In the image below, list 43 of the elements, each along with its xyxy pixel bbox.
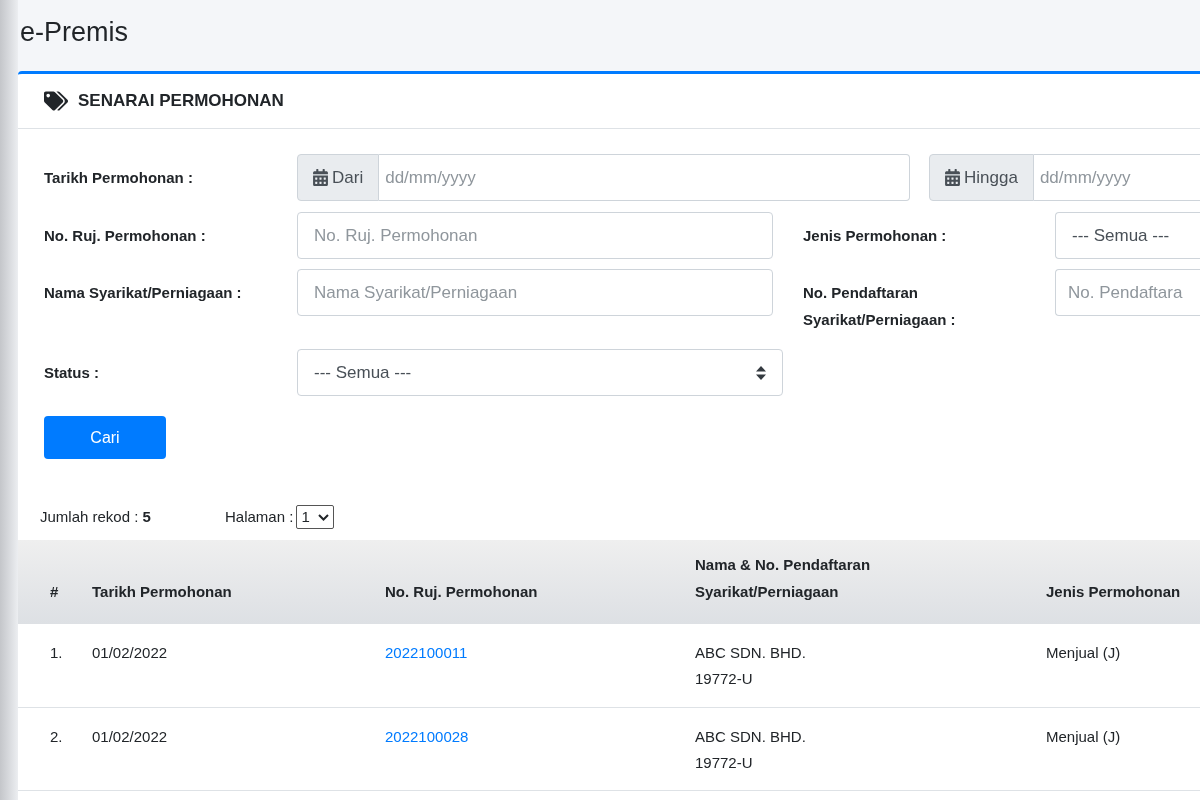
registration-number: 19772-U [695, 669, 754, 689]
record-count: Jumlah rekod : 5 [40, 506, 152, 527]
date-addon: Dari [297, 154, 380, 201]
reference-link[interactable]: 2022100011 [385, 644, 468, 661]
field-label: Tarikh Permohonan : [44, 168, 194, 188]
registration-number: 19772-U [695, 752, 754, 773]
text-input[interactable]: Nama Syarikat/Perniagaan [297, 269, 773, 316]
field-label: Nama Syarikat/Perniagaan : [44, 283, 243, 303]
tags-icon [44, 91, 68, 111]
column-header: Jenis Permohonan [1046, 582, 1182, 602]
table-cell: 01/02/2022 [92, 727, 168, 745]
row-number: 1. [50, 644, 63, 661]
table-cell: Menjual (J) [1046, 727, 1121, 745]
field-label: Jenis Permohonan : [803, 226, 948, 246]
company-name: ABC SDN. BHD. [695, 726, 807, 747]
calendar-icon [945, 169, 960, 186]
calendar-icon [313, 169, 328, 186]
table-cell: Menjual (J) [1046, 644, 1121, 661]
column-header: # [50, 582, 60, 602]
page-select[interactable]: 1 [296, 505, 335, 529]
text-input[interactable]: No. Ruj. Permohonan [297, 212, 773, 259]
field-label: Status : [44, 363, 100, 383]
date-addon: Hingga [929, 154, 1034, 201]
column-header: Tarikh Permohonan [92, 582, 233, 602]
row-number: 2. [50, 727, 63, 745]
text-input[interactable]: No. Pendaftara [1055, 269, 1200, 316]
page-title: e-Premis [20, 16, 128, 50]
field-label: No. Pendaftaran Syarikat/Perniagaan : [803, 283, 957, 330]
field-label: No. Ruj. Permohonan : [44, 226, 207, 246]
date-input[interactable]: dd/mm/yyyy [379, 154, 910, 201]
page-label: Halaman : [225, 506, 294, 527]
sort-arrows-icon [756, 365, 766, 380]
card-title: SENARAI PERMOHONAN [78, 90, 284, 113]
company-name: ABC SDN. BHD. [695, 643, 807, 663]
table-cell: 01/02/2022 [92, 644, 168, 661]
column-header: No. Ruj. Permohonan [385, 582, 539, 602]
date-input[interactable]: dd/mm/yyyy [1033, 154, 1200, 201]
reference-link[interactable]: 2022100028 [385, 727, 469, 745]
select-dropdown[interactable]: --- Semua --- [1055, 212, 1200, 259]
select-dropdown[interactable]: --- Semua --- [297, 349, 783, 396]
search-button[interactable]: Cari [44, 416, 166, 459]
chevron-down-icon [318, 513, 330, 521]
column-header: Nama & No. Pendaftaran Syarikat/Perniagaan [695, 555, 872, 602]
